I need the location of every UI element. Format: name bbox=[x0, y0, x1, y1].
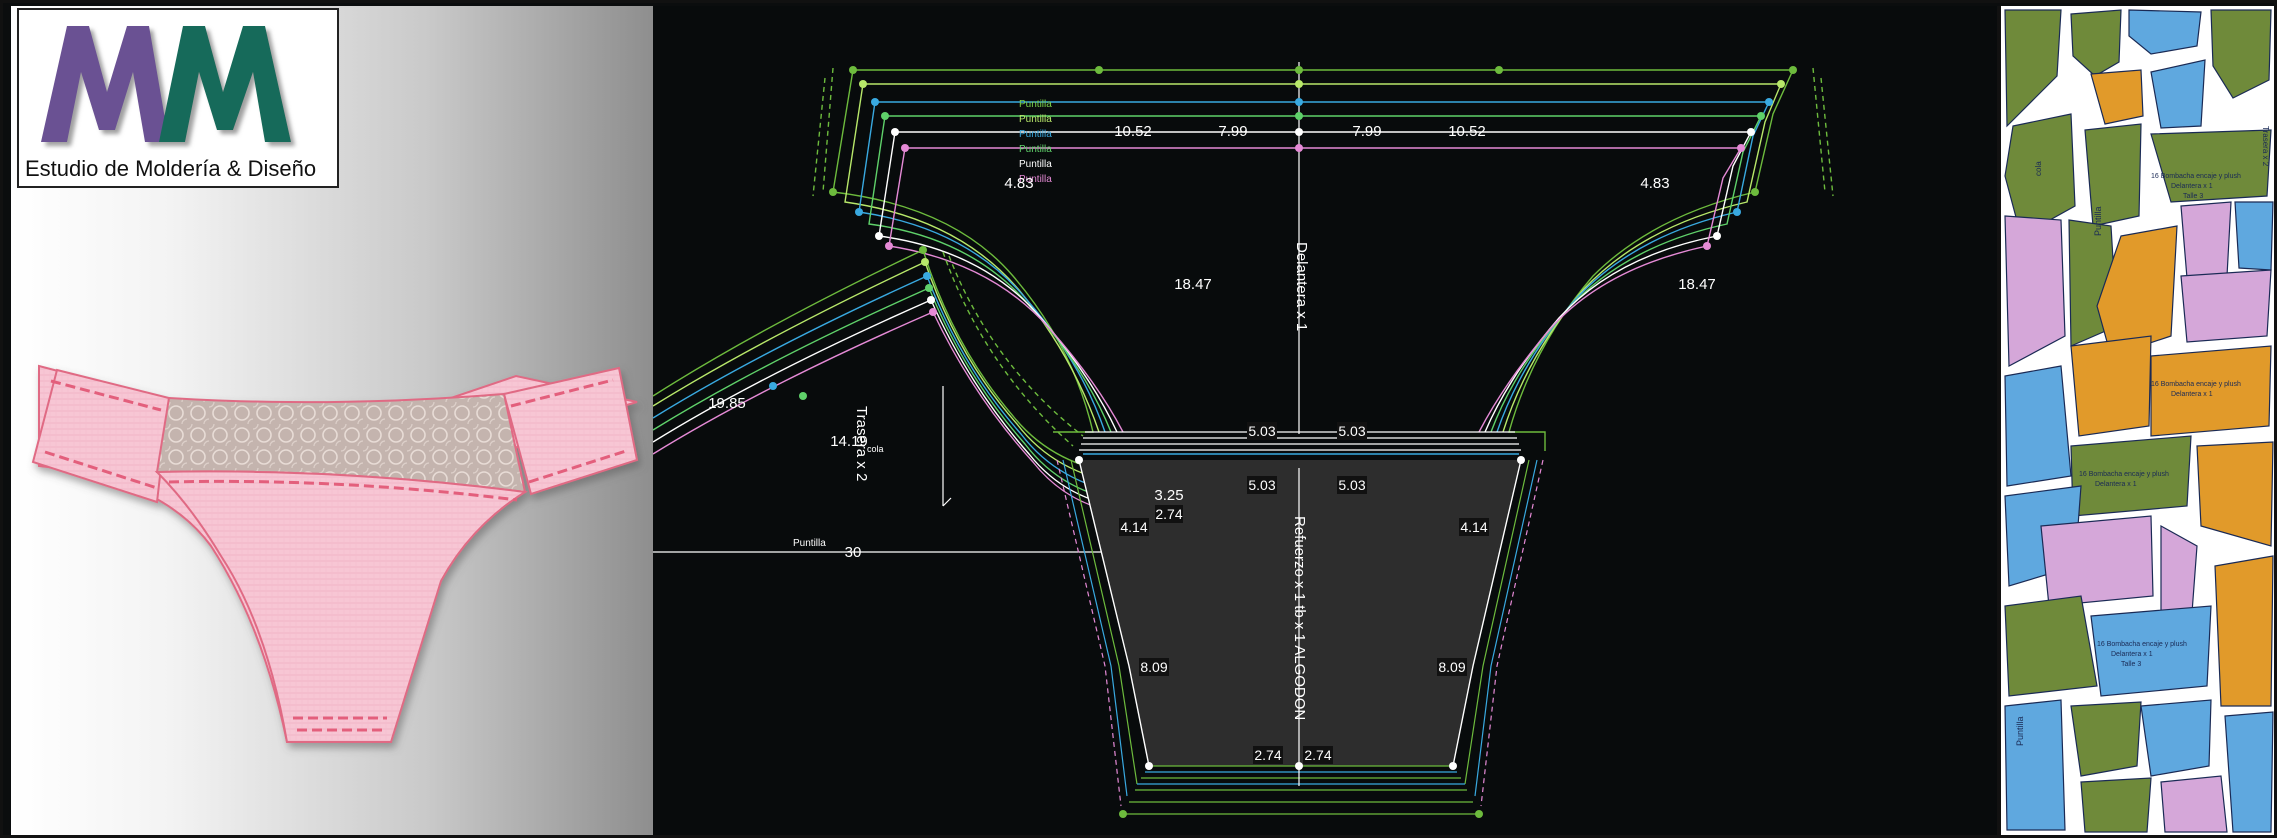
legend-item: Puntilla bbox=[1019, 129, 1052, 140]
front-piece-label: Delantera x 1 bbox=[1293, 242, 1310, 331]
dim-back-low: 3.25 bbox=[1154, 487, 1183, 504]
legend-item: Puntilla bbox=[1019, 144, 1052, 155]
dim-gusset-mid-left: 8.09 bbox=[1140, 659, 1167, 675]
layout-label: Talle 3 bbox=[2183, 193, 2203, 200]
garment-left-side-panel bbox=[31, 368, 171, 504]
garment-illustration bbox=[31, 364, 639, 743]
layout-label: 16 Bombacha encaje y plush bbox=[2097, 641, 2187, 648]
dim-gusset-side-left: 4.14 bbox=[1120, 519, 1147, 535]
dim-curve-right: 18.47 bbox=[1678, 276, 1716, 293]
dim-back-curve: 19.85 bbox=[708, 395, 746, 412]
layout-label: 16 Bombacha encaje y plush bbox=[2151, 173, 2241, 180]
dim-gusset-top-left: 5.03 bbox=[1248, 477, 1275, 493]
dim-gusset-bottom-right: 2.74 bbox=[1304, 747, 1331, 763]
dim-waist-right: 5.03 bbox=[1338, 423, 1365, 439]
dim-top-mid-left: 7.99 bbox=[1218, 123, 1247, 140]
layout-label: Delantera x 1 bbox=[2095, 481, 2137, 488]
legend-item: Puntilla bbox=[1019, 99, 1052, 110]
dim-gusset-bottom-left: 2.74 bbox=[1254, 747, 1281, 763]
layout-label: Puntilla bbox=[2093, 206, 2103, 236]
front-pattern-piece bbox=[812, 62, 1834, 463]
layout-label: Trasera x 2 bbox=[2261, 126, 2270, 167]
dim-top-right: 10.52 bbox=[1448, 123, 1486, 140]
color-legend: Puntilla Puntilla Puntilla Puntilla Punt… bbox=[1019, 99, 1052, 185]
dim-side-left: 4.83 bbox=[1004, 175, 1033, 192]
puntilla-label: Puntilla bbox=[793, 538, 826, 549]
layout-label: cola bbox=[2034, 161, 2043, 176]
pattern-drawing: Puntilla Puntilla Puntilla Puntilla Punt… bbox=[652, 62, 1834, 818]
dim-gusset-side-right: 4.14 bbox=[1460, 519, 1487, 535]
legend-item: Puntilla bbox=[1019, 114, 1052, 125]
front-control-points bbox=[829, 66, 1797, 250]
legend-item: Puntilla bbox=[1019, 159, 1052, 170]
dim-top-mid-right: 7.99 bbox=[1352, 123, 1381, 140]
illustration-panel: Estudio de Moldería & Diseño bbox=[11, 6, 653, 835]
nesting-layout: 16 Bombacha encaje y plush Delantera x 1… bbox=[2004, 9, 2274, 833]
layout-label: Talle 3 bbox=[2121, 661, 2141, 668]
layout-label: Delantera x 1 bbox=[2171, 391, 2213, 398]
dim-back-height: 2.74 bbox=[1155, 506, 1182, 522]
cola-label: cola bbox=[867, 444, 884, 454]
dim-curve-left: 18.47 bbox=[1174, 276, 1212, 293]
dim-gusset-top-right: 5.03 bbox=[1338, 477, 1365, 493]
cad-pattern-view: Puntilla Puntilla Puntilla Puntilla Punt… bbox=[652, 6, 1997, 835]
dim-waist-left: 5.03 bbox=[1248, 423, 1275, 439]
dim-back-base: 30 bbox=[845, 544, 862, 561]
layout-label: Puntilla bbox=[2015, 716, 2025, 746]
dim-side-right: 4.83 bbox=[1640, 175, 1669, 192]
layout-label: Delantera x 1 bbox=[2171, 183, 2213, 190]
dim-top-left: 10.52 bbox=[1114, 123, 1152, 140]
composite-image: Estudio de Moldería & Diseño Puntilla Pu… bbox=[0, 0, 2277, 838]
layout-label: Delantera x 1 bbox=[2111, 651, 2153, 658]
layout-label: 16 Bombacha encaje y plush bbox=[2079, 471, 2169, 478]
dim-gusset-mid-right: 8.09 bbox=[1438, 659, 1465, 675]
layout-label: 16 Bombacha encaje y plush bbox=[2151, 381, 2241, 388]
gusset-piece-label: Refuerzo x 1 tb x 1 ALGODON bbox=[1291, 516, 1308, 720]
marker-layout-sheet: 16 Bombacha encaje y plush Delantera x 1… bbox=[1997, 6, 2274, 835]
garment-front-panel bbox=[154, 470, 528, 743]
